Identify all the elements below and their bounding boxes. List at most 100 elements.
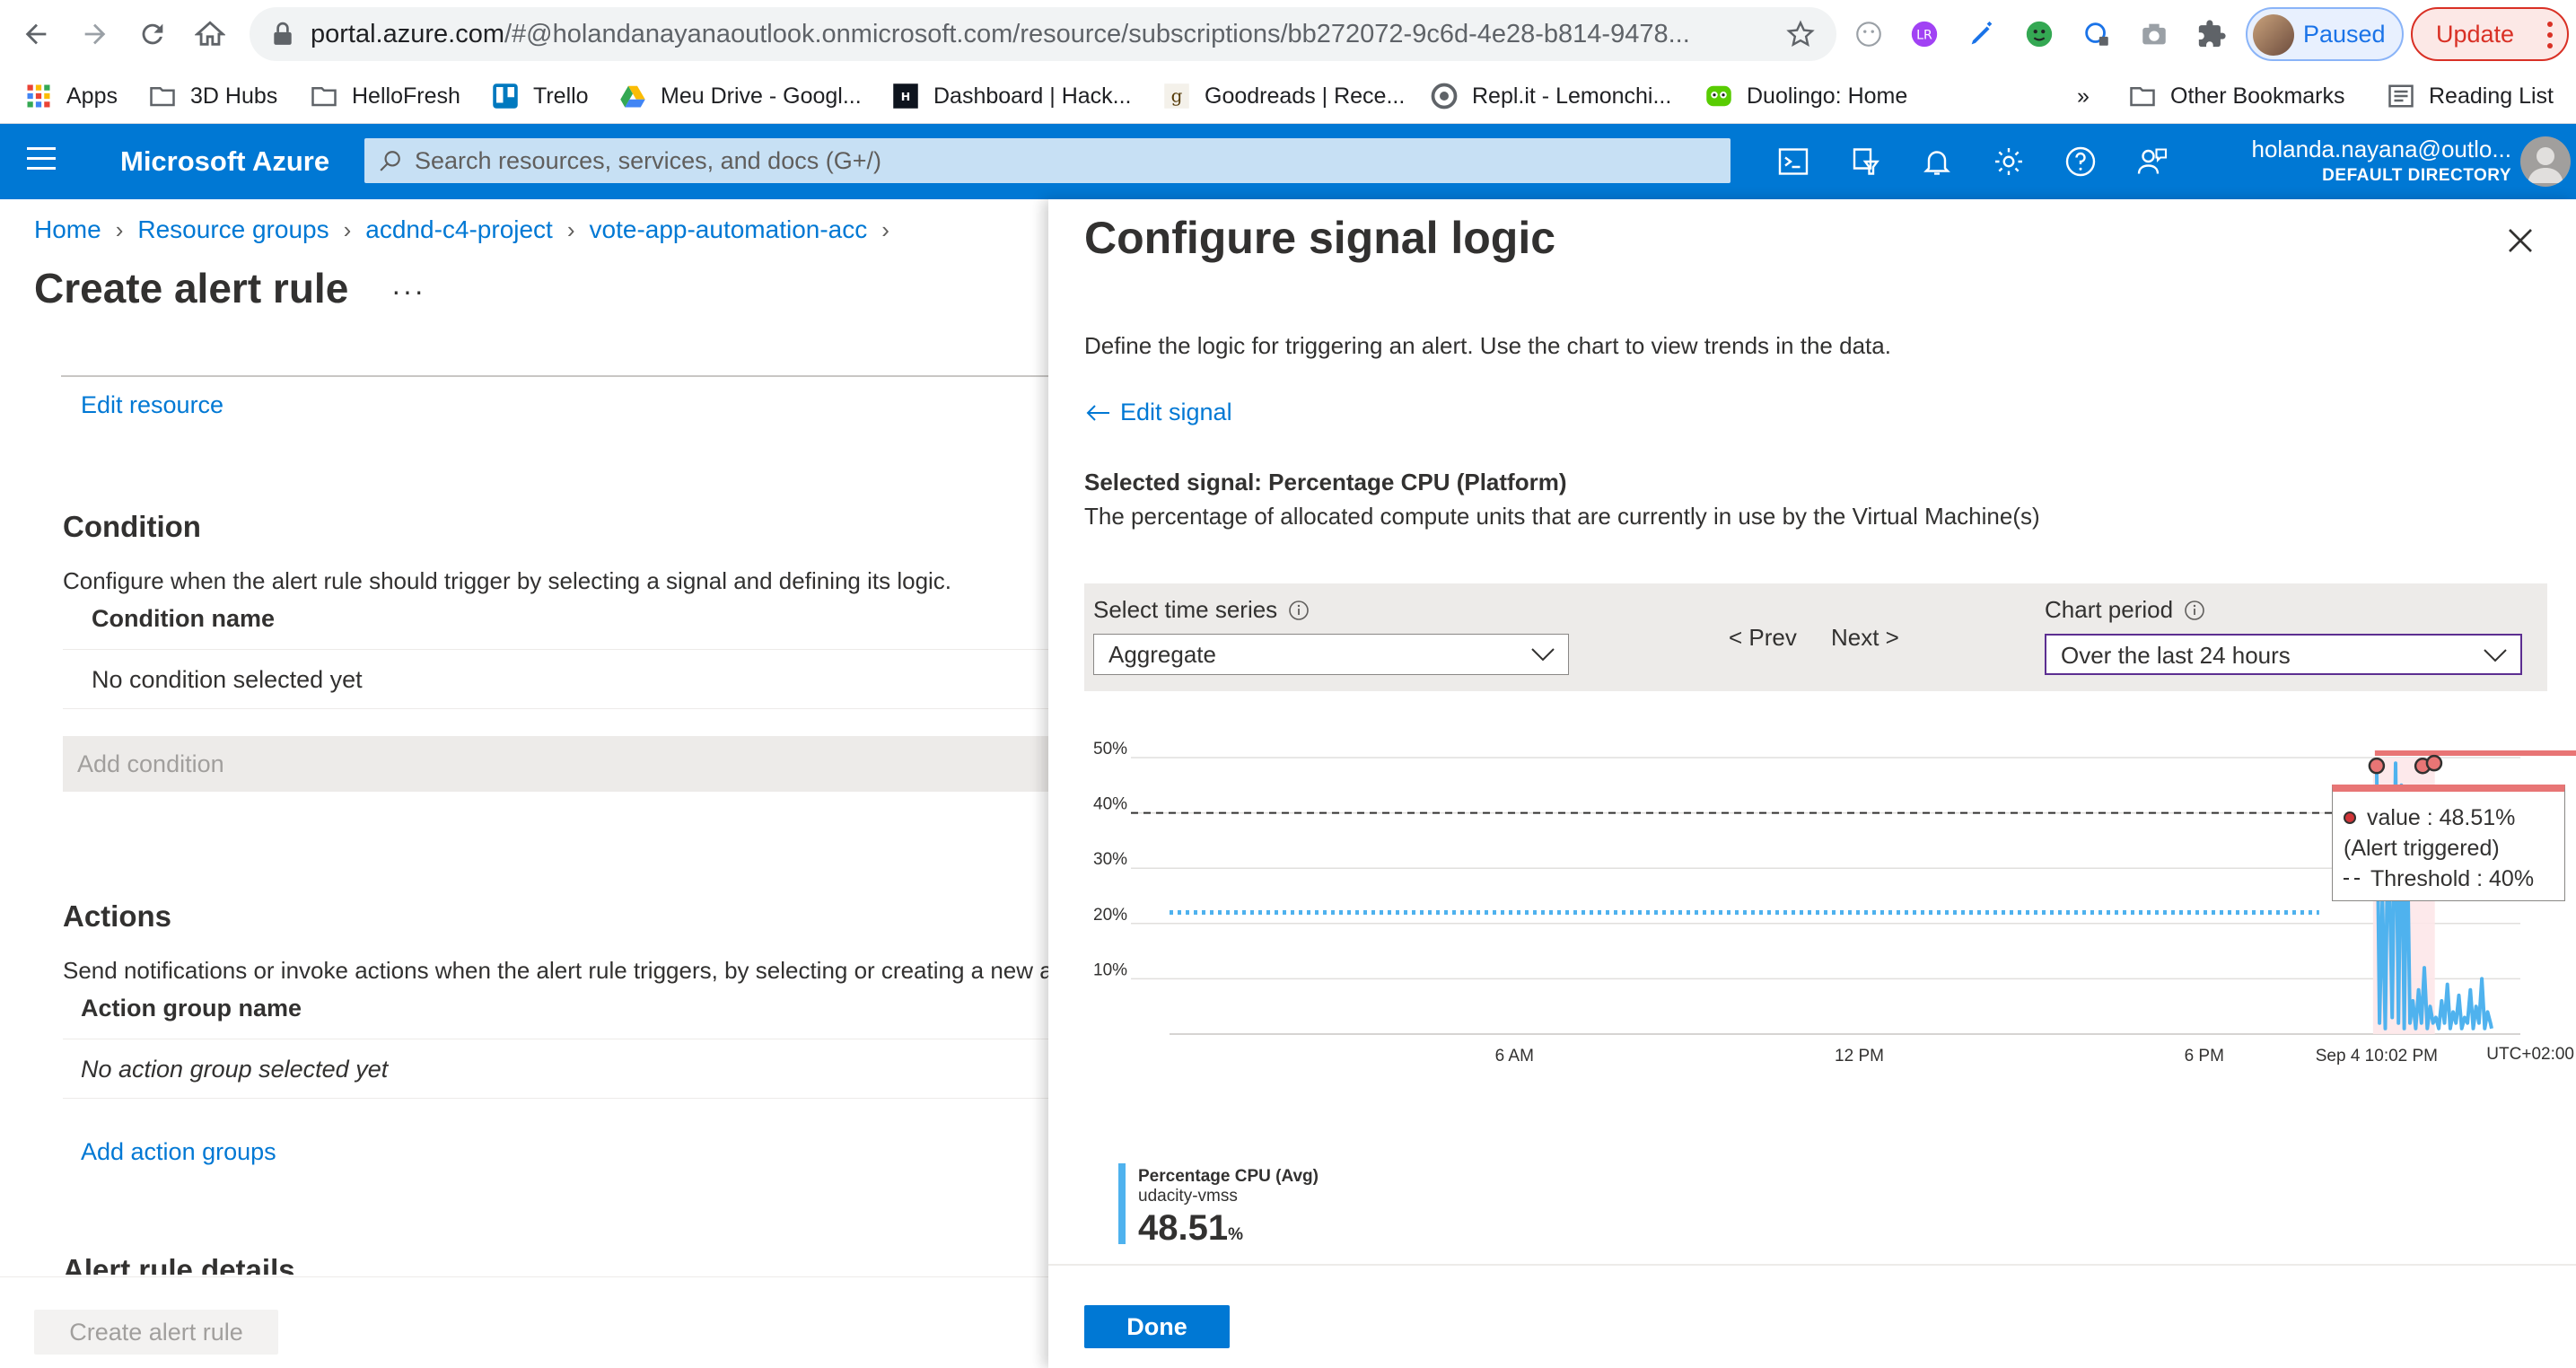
hamburger-menu-icon[interactable]	[27, 147, 56, 176]
lock-icon	[274, 22, 292, 45]
bookmark-label: Other Bookmarks	[2170, 83, 2345, 109]
extension-smiley-icon[interactable]	[1853, 18, 1885, 50]
extension-lens-icon[interactable]	[2081, 18, 2113, 50]
extension-green-face-icon[interactable]	[2023, 18, 2055, 50]
cloud-shell-icon[interactable]	[1775, 144, 1811, 180]
account-info[interactable]: holanda.nayana@outlo... DEFAULT DIRECTOR…	[2251, 135, 2511, 189]
done-button[interactable]: Done	[1084, 1305, 1230, 1348]
add-condition-label: Add condition	[77, 750, 224, 777]
tooltip-threshold: Threshold : 40%	[2370, 865, 2535, 891]
condition-empty-text: No condition selected yet	[92, 666, 363, 693]
address-bar[interactable]: portal.azure.com/#@holandanayanaoutlook.…	[250, 7, 1836, 61]
update-button[interactable]: Update	[2411, 7, 2569, 61]
x-tick-label: 6 PM	[2185, 1047, 2224, 1065]
feedback-icon[interactable]	[2134, 144, 2170, 180]
bookmark-other[interactable]: Other Bookmarks	[2129, 68, 2345, 124]
bookmark-label: HelloFresh	[352, 83, 460, 109]
bookmark-meu-drive[interactable]: Meu Drive - Googl...	[619, 68, 862, 124]
action-group-table-header: Action group name	[63, 977, 1048, 1039]
alert-rule-details-heading: Alert rule details	[63, 1253, 295, 1275]
notifications-bell-icon[interactable]	[1919, 144, 1955, 180]
chart-controls: Select time series Aggregate < Prev Next…	[1084, 583, 2547, 691]
time-series-label-text: Select time series	[1093, 596, 1278, 623]
google-drive-icon	[620, 85, 645, 108]
close-icon[interactable]	[2506, 226, 2535, 255]
bookmark-apps[interactable]: Apps	[25, 68, 118, 124]
info-icon[interactable]	[2184, 600, 2205, 621]
global-search[interactable]	[364, 138, 1730, 183]
threshold-dash-icon	[2344, 878, 2360, 880]
bookmark-label: Duolingo: Home	[1747, 83, 1908, 109]
page-title: Create alert rule	[34, 265, 349, 311]
chart-tooltip: value : 48.51% (Alert triggered) Thresho…	[2332, 785, 2565, 901]
settings-gear-icon[interactable]	[1991, 144, 2027, 180]
bookmark-goodreads[interactable]: g Goodreads | Rece...	[1163, 68, 1405, 124]
breadcrumb-home[interactable]: Home	[34, 215, 101, 244]
edit-resource-link[interactable]: Edit resource	[81, 391, 223, 419]
search-input[interactable]	[415, 138, 1707, 183]
bookmark-dashboard-hack[interactable]: H Dashboard | Hack...	[892, 68, 1131, 124]
chart-period-label-text: Chart period	[2045, 596, 2174, 623]
bookmarks-overflow[interactable]: »	[2077, 68, 2090, 124]
bookmark-label: Meu Drive - Googl...	[661, 83, 862, 109]
forward-arrow-icon[interactable]	[74, 13, 117, 56]
bookmark-label: Trello	[533, 83, 589, 109]
divider	[61, 375, 1048, 377]
bookmark-label: 3D Hubs	[190, 83, 278, 109]
info-icon[interactable]	[1288, 600, 1310, 621]
breadcrumb-automation-account[interactable]: vote-app-automation-acc	[590, 215, 868, 244]
chart-period-dropdown[interactable]: Over the last 24 hours	[2045, 634, 2522, 675]
bookmark-label: Apps	[66, 83, 118, 109]
add-condition-button[interactable]: Add condition	[63, 736, 1048, 792]
legend-value-unit: %	[1228, 1225, 1244, 1244]
add-action-groups-link[interactable]: Add action groups	[81, 1138, 276, 1166]
bookmark-replit[interactable]: Repl.it - Lemonchi...	[1431, 68, 1671, 124]
account-avatar[interactable]	[2520, 136, 2571, 187]
extension-purple-icon[interactable]: LR	[1908, 18, 1941, 50]
reload-icon[interactable]	[131, 13, 174, 56]
azure-brand[interactable]: Microsoft Azure	[120, 124, 329, 199]
profile-button[interactable]: Paused	[2246, 7, 2404, 61]
hackerrank-icon: H	[893, 83, 918, 109]
x-tick-label: Sep 4 10:02 PM	[2316, 1047, 2438, 1065]
action-group-name-column: Action group name	[81, 995, 302, 1022]
legend-resource: udacity-vmss	[1138, 1187, 1238, 1206]
chevron-right-icon: ›	[343, 215, 352, 243]
breadcrumb-resource-groups[interactable]: Resource groups	[137, 215, 329, 244]
bookmark-3d-hubs[interactable]: 3D Hubs	[149, 68, 277, 124]
create-alert-rule-blade: Home › Resource groups › acdnd-c4-projec…	[0, 199, 1053, 1368]
directory-filter-icon[interactable]	[1847, 144, 1883, 180]
chevron-down-icon	[1531, 648, 1555, 662]
back-arrow-icon[interactable]	[14, 13, 57, 56]
bookmark-label: Repl.it - Lemonchi...	[1472, 83, 1672, 109]
extensions-puzzle-icon[interactable]	[2195, 18, 2228, 50]
chevron-down-icon	[2484, 649, 2507, 662]
next-button[interactable]: Next >	[1831, 583, 1899, 691]
trello-icon	[493, 83, 518, 109]
bookmark-hellofresh[interactable]: HelloFresh	[311, 68, 460, 124]
bookmark-star-icon[interactable]	[1786, 20, 1815, 48]
prev-button[interactable]: < Prev	[1729, 583, 1797, 691]
url-text: portal.azure.com/#@holandanayanaoutlook.…	[311, 20, 1690, 48]
chart-period-label: Chart period	[2045, 596, 2205, 624]
edit-signal-label: Edit signal	[1120, 399, 1232, 425]
create-alert-rule-button[interactable]: Create alert rule	[34, 1310, 278, 1355]
extension-pen-icon[interactable]	[1966, 18, 1998, 50]
legend-metric: Percentage CPU (Avg)	[1138, 1167, 1319, 1186]
time-series-dropdown[interactable]: Aggregate	[1093, 634, 1569, 675]
more-options-icon[interactable]: ···	[391, 275, 425, 308]
bookmark-duolingo[interactable]: Duolingo: Home	[1705, 68, 1907, 124]
edit-signal-link[interactable]: Edit signal	[1084, 399, 1232, 426]
reading-list[interactable]: Reading List	[2388, 68, 2554, 124]
x-tick-label: 6 AM	[1495, 1047, 1534, 1065]
help-icon[interactable]	[2063, 144, 2098, 180]
panel-footer: Done	[1048, 1264, 2576, 1368]
y-tick-label: 30%	[1093, 850, 1127, 869]
legend-color-bar	[1118, 1163, 1126, 1244]
bookmark-trello[interactable]: Trello	[492, 68, 589, 124]
extension-camera-icon[interactable]	[2138, 18, 2170, 50]
breadcrumb-resource-group[interactable]: acdnd-c4-project	[365, 215, 553, 244]
actions-heading: Actions	[63, 899, 172, 933]
home-icon[interactable]	[188, 13, 232, 56]
overflow-chevron-icon: »	[2077, 83, 2090, 109]
